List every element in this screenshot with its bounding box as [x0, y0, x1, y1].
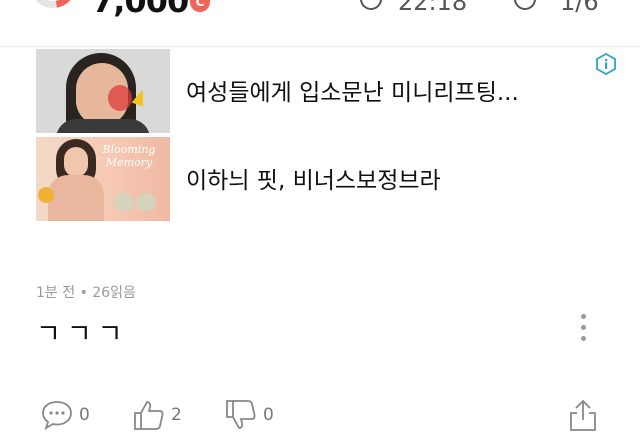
flower-icon — [38, 187, 54, 203]
more-vertical-icon[interactable] — [574, 314, 592, 348]
progress-ring-arc — [20, 0, 86, 18]
thumbs-up-icon — [134, 401, 164, 430]
share-icon — [570, 399, 596, 431]
timer-text: 22:18 — [398, 0, 468, 16]
ad-item[interactable]: Blooming Memory 이하늬 핏, 비너스보정브라 — [36, 137, 616, 221]
like-button[interactable]: 2 — [132, 398, 182, 432]
ad-thumbnail[interactable]: Blooming Memory — [36, 137, 170, 221]
clock-icon — [360, 0, 382, 10]
comment-count: 0 — [79, 405, 90, 425]
ad-title[interactable]: 여성들에게 입소문난 미니리프팅... — [186, 73, 616, 107]
ad-item[interactable]: 여성들에게 입소문난 미니리프팅... — [36, 49, 616, 133]
like-count: 2 — [171, 405, 182, 425]
ad-title[interactable]: 이하늬 핏, 비너스보정브라 — [186, 161, 616, 195]
comment-button[interactable]: 0 — [40, 398, 90, 432]
thumbs-down-icon — [226, 400, 256, 429]
comment-icon — [42, 401, 72, 430]
status-bar: 7,000 C 22:18 1/6 — [0, 0, 640, 40]
ad-brand-text: Blooming Memory — [102, 143, 156, 169]
coin-icon: C — [190, 0, 210, 12]
post-body[interactable]: ㄱㄱㄱ — [36, 312, 129, 351]
dislike-button[interactable]: 0 — [224, 398, 274, 432]
points-value: 7,000 — [92, 0, 189, 20]
share-button[interactable] — [567, 398, 599, 432]
ad-info-icon[interactable] — [596, 53, 616, 75]
dislike-count: 0 — [263, 405, 274, 425]
post-meta: 1분 전 • 26읽음 — [36, 285, 136, 301]
page-counter: 1/6 — [560, 0, 599, 16]
divider — [0, 46, 640, 47]
ad-thumbnail[interactable] — [36, 49, 170, 133]
reward-icon — [514, 0, 543, 10]
